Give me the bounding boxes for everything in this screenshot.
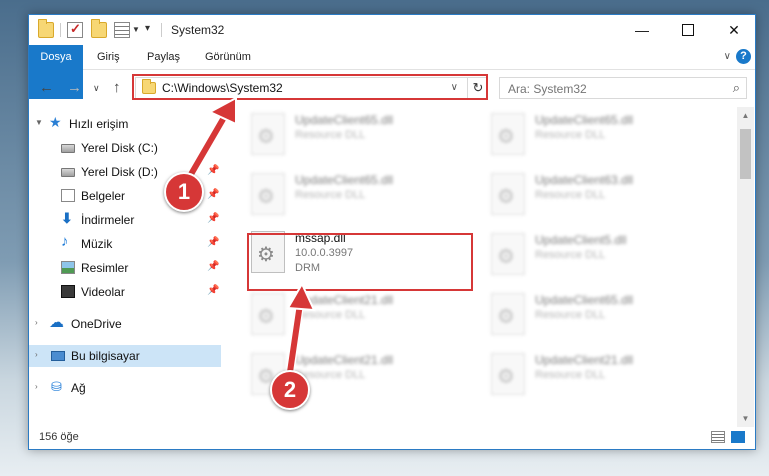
sidebar-item-label: Ağ <box>71 381 86 395</box>
dll-file-icon <box>251 173 285 215</box>
step-1-badge: 1 <box>164 172 204 212</box>
sidebar-item-label: Resimler <box>81 261 129 275</box>
sidebar-item-label: İndirmeler <box>81 213 135 227</box>
tab-home[interactable]: Giriş <box>87 45 130 69</box>
sidebar-item-label: Belgeler <box>81 189 126 203</box>
computer-icon <box>51 351 65 361</box>
expand-arrow-icon[interactable]: › <box>35 318 38 327</box>
close-button[interactable]: ✕ <box>711 15 757 45</box>
tab-share[interactable]: Paylaş <box>137 45 190 69</box>
navigation-pane: ▼ ★ Hızlı erişim Yerel Disk (C:) Yerel D… <box>29 113 221 413</box>
minimize-button[interactable]: — <box>619 15 665 45</box>
search-icon[interactable]: ⌕ <box>733 80 740 96</box>
dll-file-icon <box>491 173 525 215</box>
help-icon[interactable]: ? <box>736 49 751 64</box>
list-item[interactable]: UpdateClient65.dll Resource DLL <box>245 107 465 161</box>
sidebar-item-onedrive[interactable]: › ☁ OneDrive <box>29 313 221 335</box>
sidebar-item-this-pc[interactable]: › Bu bilgisayar <box>29 345 221 367</box>
scroll-thumb[interactable] <box>740 129 751 179</box>
pin-icon[interactable]: 📌 <box>207 189 219 200</box>
sidebar-item-network[interactable]: › ⛁ Ağ <box>29 377 221 399</box>
file-list: UpdateClient65.dll Resource DLL UpdateCl… <box>235 107 735 427</box>
expand-arrow-icon[interactable]: › <box>35 382 38 391</box>
tab-view[interactable]: Görünüm <box>195 45 261 69</box>
cloud-icon: ☁ <box>49 314 64 331</box>
list-item[interactable]: UpdateClient21.dll Resource DLL <box>245 287 465 341</box>
folder-icon <box>38 19 54 38</box>
scroll-up-icon[interactable]: ▲ <box>737 107 754 124</box>
disk-icon <box>61 144 75 153</box>
dll-file-icon <box>491 293 525 335</box>
document-icon <box>61 189 75 202</box>
sidebar-item-label: OneDrive <box>71 317 122 331</box>
sidebar-item-label: Bu bilgisayar <box>71 349 140 363</box>
file-highlight-box <box>247 233 473 291</box>
list-item[interactable]: UpdateClient21.dll Resource DLL <box>485 347 705 401</box>
network-icon: ⛁ <box>51 379 62 394</box>
status-bar: 156 öğe <box>29 425 755 449</box>
properties-check-icon[interactable] <box>67 21 83 38</box>
close-icon: ✕ <box>728 21 740 38</box>
address-highlight-box <box>132 74 488 100</box>
search-box[interactable]: ⌕ <box>499 77 747 100</box>
sidebar-item-pictures[interactable]: Resimler 📌 <box>29 257 221 279</box>
sidebar-item-label: Yerel Disk (C:) <box>81 141 158 155</box>
title-bar: ▼ ▾ System32 — ✕ <box>29 15 755 45</box>
expand-arrow-icon[interactable]: ▼ <box>35 118 43 127</box>
chevron-down-icon[interactable]: ▼ <box>132 25 140 34</box>
pictures-icon <box>61 261 75 274</box>
video-icon <box>61 285 75 298</box>
new-folder-icon[interactable] <box>91 19 107 38</box>
maximize-button[interactable] <box>665 15 711 45</box>
maximize-icon <box>682 24 694 36</box>
disk-icon <box>61 168 75 177</box>
list-icon[interactable] <box>114 22 130 38</box>
list-item[interactable]: UpdateClient65.dll Resource DLL <box>245 167 465 221</box>
music-icon: ♪ <box>61 233 69 250</box>
minimize-icon: — <box>635 22 649 38</box>
up-arrow-icon[interactable]: ↑ <box>113 79 121 96</box>
step-2-badge: 2 <box>270 370 310 410</box>
star-icon: ★ <box>49 114 62 130</box>
list-item[interactable]: UpdateClient65.dll Resource DLL <box>485 287 705 341</box>
pin-icon[interactable]: 📌 <box>207 261 219 272</box>
sidebar-item-label: Yerel Disk (D:) <box>81 165 158 179</box>
item-count: 156 öğe <box>39 431 79 443</box>
dll-file-icon <box>251 113 285 155</box>
sidebar-item-quick-access[interactable]: ▼ ★ Hızlı erişim <box>29 113 221 135</box>
pin-icon[interactable]: 📌 <box>207 213 219 224</box>
sidebar-item-disk-c[interactable]: Yerel Disk (C:) <box>29 137 221 159</box>
sidebar-item-label: Müzik <box>81 237 113 251</box>
back-arrow-icon[interactable]: ← <box>39 79 54 96</box>
ribbon-tabs: Dosya Giriş Paylaş Görünüm ∨ ? <box>29 45 755 99</box>
dll-file-icon <box>251 293 285 335</box>
vertical-scrollbar[interactable]: ▲ ▼ <box>737 107 754 427</box>
expand-ribbon-icon[interactable]: ∨ <box>724 51 731 62</box>
forward-arrow-icon[interactable]: → <box>67 79 82 96</box>
sidebar-item-music[interactable]: ♪ Müzik 📌 <box>29 233 221 255</box>
search-input[interactable] <box>500 78 720 100</box>
recent-locations-icon[interactable]: ∨ <box>93 83 100 94</box>
dll-file-icon <box>491 353 525 395</box>
details-view-icon[interactable] <box>711 431 725 443</box>
list-item[interactable]: UpdateClient65.dll Resource DLL <box>485 107 705 161</box>
dll-file-icon <box>491 233 525 275</box>
pin-icon[interactable]: 📌 <box>207 237 219 248</box>
list-item[interactable]: UpdateClient5.dll Resource DLL <box>485 227 705 281</box>
pin-icon[interactable]: 📌 <box>207 165 219 176</box>
sidebar-item-videos[interactable]: Videolar 📌 <box>29 281 221 303</box>
pin-icon[interactable]: 📌 <box>207 285 219 296</box>
dll-file-icon <box>491 113 525 155</box>
expand-arrow-icon[interactable]: › <box>35 350 38 359</box>
sidebar-item-downloads[interactable]: ⬇ İndirmeler 📌 <box>29 209 221 231</box>
sidebar-item-label: Videolar <box>81 285 125 299</box>
window-title: System32 <box>171 23 225 37</box>
list-item[interactable]: UpdateClient63.dll Resource DLL <box>485 167 705 221</box>
large-icons-view-icon[interactable] <box>731 431 745 443</box>
divider <box>161 23 162 37</box>
divider <box>60 23 61 37</box>
download-icon: ⬇ <box>61 210 73 226</box>
customize-toolbar-icon[interactable]: ▾ <box>145 23 150 34</box>
sidebar-item-label: Hızlı erişim <box>69 117 129 131</box>
